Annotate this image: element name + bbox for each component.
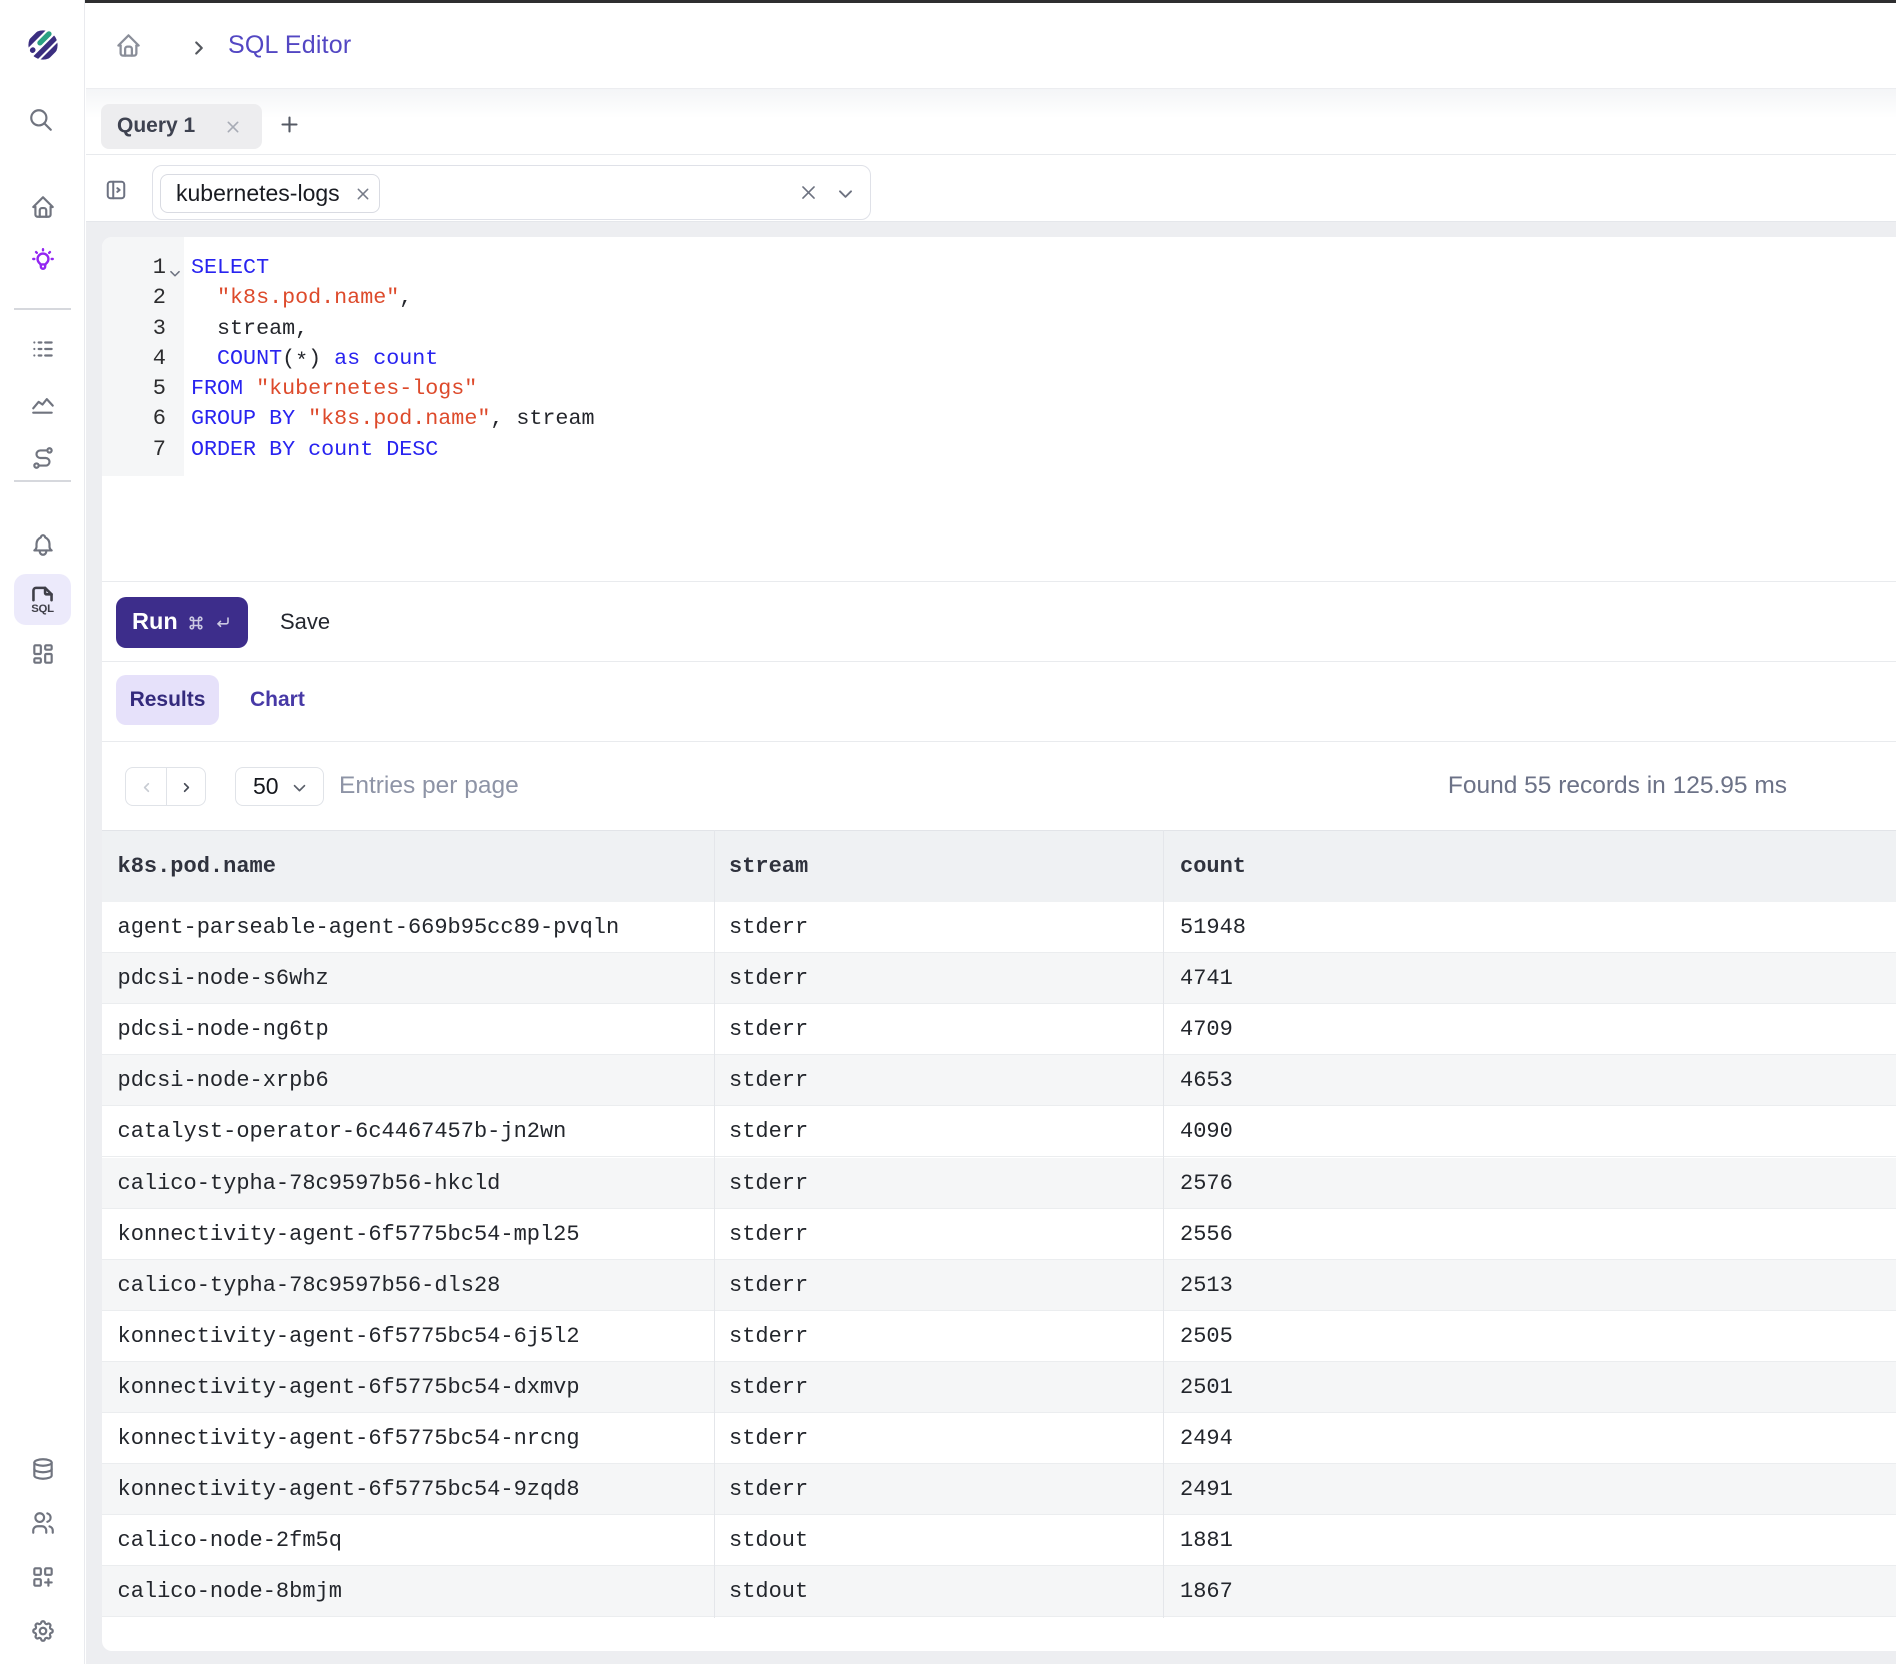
svg-text:SQL: SQL (31, 603, 54, 615)
